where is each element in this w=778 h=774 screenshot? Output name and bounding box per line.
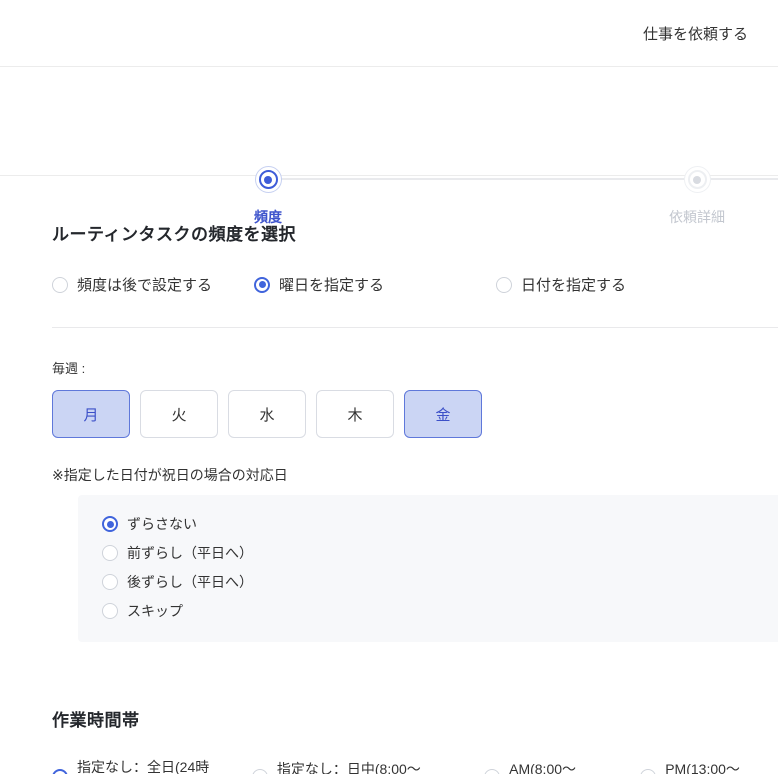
radio-unchecked-icon (496, 276, 513, 293)
radio-specify-date[interactable]: 日付を指定する (496, 274, 626, 295)
radio-time-allday[interactable]: 指定なし：全日(24時間) (52, 757, 226, 774)
radio-specify-weekday-label: 曜日を指定する (279, 277, 385, 294)
radio-time-pm-label: PM(13:00〜20:00) (665, 761, 740, 774)
step-request-details[interactable]: 依頼詳細 (669, 166, 725, 227)
weekday-button-monday[interactable]: 月 (52, 390, 130, 438)
radio-time-daytime[interactable]: 指定なし：日中(8:00〜20:00) (251, 759, 458, 774)
time-section-title: 作業時間帯 (52, 711, 140, 730)
frequency-type-options: 頻度は後で設定する 曜日を指定する 日付を指定する (52, 274, 778, 295)
radio-time-am-label: AM(8:00〜12:00) (509, 761, 577, 774)
weekday-button-friday[interactable]: 金 (404, 390, 482, 438)
step-frequency-indicator-icon (254, 166, 282, 193)
radio-holiday-shift-later[interactable]: 後ずらし（平日へ） (102, 571, 754, 593)
radio-time-am[interactable]: AM(8:00〜12:00) (484, 759, 614, 774)
section-divider (52, 327, 778, 328)
radio-checked-icon (254, 276, 271, 293)
step-request-details-label: 依頼詳細 (669, 209, 725, 225)
radio-frequency-later-label: 頻度は後で設定する (77, 277, 213, 294)
request-job-link[interactable]: 仕事を依頼する (643, 23, 748, 44)
step-frequency[interactable]: 頻度 (254, 166, 282, 227)
holiday-options-panel: ずらさない 前ずらし（平日へ） 後ずらし（平日へ） スキップ (78, 495, 778, 642)
radio-unchecked-icon (251, 769, 268, 774)
time-options: 指定なし：全日(24時間) 指定なし：日中(8:00〜20:00) AM(8:0… (52, 757, 778, 774)
radio-frequency-later[interactable]: 頻度は後で設定する (52, 274, 212, 295)
radio-unchecked-icon (102, 545, 118, 561)
radio-holiday-shift-later-label: 後ずらし（平日へ） (127, 574, 253, 590)
radio-specify-weekday[interactable]: 曜日を指定する (254, 274, 384, 295)
step-request-details-indicator-icon (683, 166, 711, 193)
radio-unchecked-icon (52, 276, 68, 293)
radio-unchecked-icon (484, 769, 501, 774)
radio-time-daytime-label: 指定なし：日中(8:00〜20:00) (276, 761, 421, 774)
radio-holiday-no-shift-label: ずらさない (127, 516, 197, 532)
main-content: ルーティンタスクの頻度を選択 頻度は後で設定する 曜日を指定する 日付を指定する… (0, 220, 778, 774)
radio-holiday-no-shift[interactable]: ずらさない (102, 513, 754, 535)
radio-time-allday-label: 指定なし：全日(24時間) (77, 759, 210, 774)
radio-unchecked-icon (102, 603, 118, 619)
holiday-note: ※指定した日付が祝日の場合の対応日 (52, 467, 288, 483)
wizard-stepper: 頻度 依頼詳細 (0, 67, 778, 225)
radio-specify-date-label: 日付を指定する (521, 277, 627, 294)
radio-time-pm[interactable]: PM(13:00〜20:00) (640, 759, 778, 774)
weekday-button-wednesday[interactable]: 水 (228, 390, 306, 438)
radio-checked-icon (52, 769, 68, 774)
radio-holiday-skip-label: スキップ (127, 603, 183, 619)
radio-holiday-skip[interactable]: スキップ (102, 600, 754, 622)
weekday-picker: 月 火 水 木 金 (52, 390, 778, 438)
radio-checked-icon (102, 516, 118, 532)
weekday-button-thursday[interactable]: 木 (316, 390, 394, 438)
weekday-button-tuesday[interactable]: 火 (140, 390, 218, 438)
step-frequency-label: 頻度 (254, 209, 282, 225)
radio-holiday-shift-earlier-label: 前ずらし（平日へ） (127, 545, 253, 561)
radio-holiday-shift-earlier[interactable]: 前ずらし（平日へ） (102, 542, 754, 564)
top-header: 仕事を依頼する (0, 0, 778, 67)
radio-unchecked-icon (102, 574, 118, 590)
weekly-label: 毎週 : (52, 361, 86, 376)
radio-unchecked-icon (640, 769, 657, 774)
